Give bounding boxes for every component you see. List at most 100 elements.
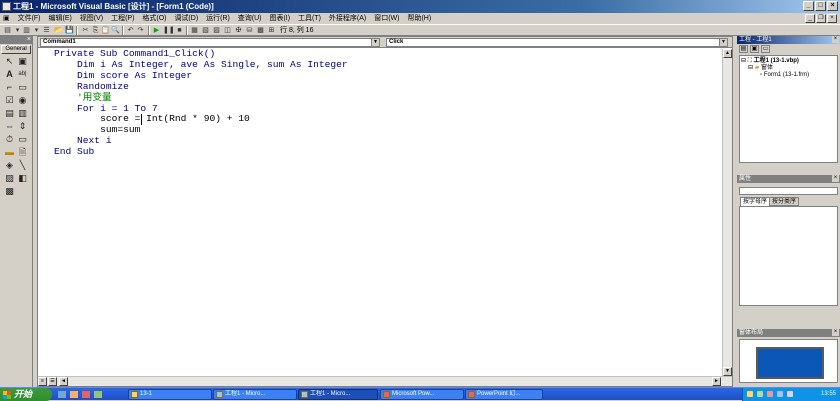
scroll-right-icon[interactable]: ► xyxy=(712,377,721,386)
filelistbox-tool-icon[interactable]: 🗎 xyxy=(17,147,28,158)
volume-icon[interactable] xyxy=(787,391,793,397)
ole-tool-icon[interactable]: ▩ xyxy=(4,186,15,197)
menu-diagram[interactable]: 图表(I) xyxy=(266,13,293,24)
taskbar-item[interactable]: 工程1 - Micro... xyxy=(213,389,297,400)
close-icon[interactable]: × xyxy=(832,36,839,43)
taskbar-item[interactable]: Microsoft Pow... xyxy=(380,389,464,400)
frame-tool-icon[interactable]: ⌐ xyxy=(4,82,15,93)
start-button[interactable]: 开始 xyxy=(0,388,52,401)
menu-editor-icon[interactable]: ☰ xyxy=(42,26,51,35)
menu-edit[interactable]: 编辑(E) xyxy=(45,13,74,24)
object-combo[interactable]: Command1 ▼ xyxy=(40,38,380,47)
code-line[interactable]: Next i xyxy=(54,135,348,147)
dirlistbox-tool-icon[interactable]: ▬ xyxy=(4,147,15,158)
tray-icon[interactable] xyxy=(747,391,753,397)
combobox-tool-icon[interactable]: ▤ xyxy=(4,108,15,119)
data-view-icon[interactable]: ⛁ xyxy=(245,26,254,35)
taskbar-item-active[interactable]: 工程1 - Micro... xyxy=(298,389,378,400)
timer-tool-icon[interactable]: ⏱ xyxy=(4,134,15,145)
menu-run[interactable]: 运行(R) xyxy=(203,13,233,24)
scroll-up-icon[interactable]: ▲ xyxy=(723,49,732,58)
find-icon[interactable]: 🔍 xyxy=(111,26,120,35)
form-layout-canvas[interactable] xyxy=(739,339,838,383)
line-tool-icon[interactable]: ╲ xyxy=(17,160,28,171)
break-icon[interactable]: ❚❚ xyxy=(163,26,175,35)
redo-icon[interactable]: ↷ xyxy=(136,26,145,35)
code-horizontal-scrollbar[interactable]: ≡ ☰ ◄ ► xyxy=(38,376,732,386)
vb-menu-icon[interactable]: ▣ xyxy=(0,13,13,24)
dropdown-arrow-icon[interactable]: ▾ xyxy=(13,26,22,35)
menu-view[interactable]: 视图(V) xyxy=(77,13,106,24)
code-vertical-scrollbar[interactable]: ▲ ▼ xyxy=(722,49,732,376)
toggle-folders-icon[interactable]: ▭ xyxy=(761,45,770,53)
component-manager-icon[interactable]: ▩ xyxy=(256,26,265,35)
properties-window-icon[interactable]: ▧ xyxy=(201,26,210,35)
close-icon[interactable]: × xyxy=(832,329,839,336)
menu-debug[interactable]: 调试(D) xyxy=(171,13,201,24)
object-browser-icon[interactable]: ◫ xyxy=(223,26,232,35)
vscrollbar-tool-icon[interactable]: ⇕ xyxy=(17,121,28,132)
add-form-icon[interactable]: ▥ xyxy=(22,26,31,35)
menu-file[interactable]: 文件(F) xyxy=(15,13,44,24)
tray-icon[interactable] xyxy=(767,391,773,397)
menu-help[interactable]: 帮助(H) xyxy=(404,13,434,24)
menu-format[interactable]: 格式(O) xyxy=(139,13,169,24)
save-project-icon[interactable]: 💾 xyxy=(65,26,74,35)
tray-icon[interactable] xyxy=(777,391,783,397)
pointer-tool-icon[interactable]: ↖ xyxy=(4,56,15,67)
scroll-down-icon[interactable]: ▼ xyxy=(723,367,732,376)
child-restore-button[interactable]: ❐ xyxy=(816,14,826,23)
procedure-view-icon[interactable]: ≡ xyxy=(38,377,47,386)
picturebox-tool-icon[interactable]: ▣ xyxy=(17,56,28,67)
tree-project-root[interactable]: ⊟ ⛶ 工程1 (13-1.vbp) xyxy=(741,58,799,65)
menu-tools[interactable]: 工具(T) xyxy=(295,13,324,24)
tab-categorized[interactable]: 按分类序 xyxy=(769,197,800,206)
tray-icon[interactable] xyxy=(757,391,763,397)
listbox-tool-icon[interactable]: ▥ xyxy=(17,108,28,119)
dropdown-arrow-icon[interactable]: ▾ xyxy=(32,26,41,35)
minimize-button[interactable]: _ xyxy=(803,1,814,11)
toolbox-icon[interactable]: ✠ xyxy=(234,26,243,35)
taskbar-item[interactable]: 13-1 xyxy=(128,389,212,400)
quicklaunch-icon[interactable] xyxy=(58,391,66,398)
copy-icon[interactable]: ⎘ xyxy=(91,26,100,35)
quicklaunch-icon[interactable] xyxy=(82,391,90,398)
image-tool-icon[interactable]: ▨ xyxy=(4,173,15,184)
quicklaunch-icon[interactable] xyxy=(94,391,102,398)
view-code-icon[interactable]: ▤ xyxy=(739,45,748,53)
toolbox-close-icon[interactable]: × xyxy=(27,36,31,44)
shape-tool-icon[interactable]: ◈ xyxy=(4,160,15,171)
cut-icon[interactable]: ✂ xyxy=(81,26,90,35)
code-line[interactable]: End Sub xyxy=(54,146,348,158)
tree-forms-folder[interactable]: ⊟ ▰ 窗体 xyxy=(748,65,773,72)
form-layout-icon[interactable]: ▨ xyxy=(212,26,221,35)
tab-alphabetic[interactable]: 按字母序 xyxy=(740,197,771,206)
code-window[interactable]: Command1 ▼ Click ▼ Private Sub Command1_… xyxy=(37,36,733,387)
menu-project[interactable]: 工程(P) xyxy=(108,13,137,24)
properties-grid[interactable] xyxy=(739,206,838,306)
add-project-icon[interactable]: ▤ xyxy=(3,26,12,35)
view-object-icon[interactable]: ▣ xyxy=(750,45,759,53)
textbox-tool-icon[interactable]: ab| xyxy=(17,69,28,80)
quicklaunch-icon[interactable] xyxy=(70,391,78,398)
tree-form1[interactable]: ▫ Form1 (13-1.frm) xyxy=(760,72,809,79)
chevron-down-icon[interactable]: ▼ xyxy=(719,39,727,46)
code-editor[interactable]: Private Sub Command1_Click() Dim i As In… xyxy=(54,48,348,158)
checkbox-tool-icon[interactable]: ☑ xyxy=(4,95,15,106)
menu-query[interactable]: 查询(U) xyxy=(235,13,265,24)
vb-app-icon[interactable] xyxy=(2,2,11,11)
label-tool-icon[interactable]: A xyxy=(4,69,15,80)
paste-icon[interactable]: 📋 xyxy=(101,26,110,35)
taskbar-item[interactable]: PowerPoint 幻... xyxy=(465,389,543,400)
chevron-down-icon[interactable]: ▼ xyxy=(371,39,379,46)
optionbutton-tool-icon[interactable]: ◉ xyxy=(17,95,28,106)
scroll-left-icon[interactable]: ◄ xyxy=(59,377,68,386)
drivelistbox-tool-icon[interactable]: ▭ xyxy=(17,134,28,145)
toolbox-general-tab[interactable]: General xyxy=(1,45,31,54)
open-project-icon[interactable]: 📂 xyxy=(54,26,63,35)
close-icon[interactable]: × xyxy=(832,175,839,182)
close-button[interactable]: × xyxy=(827,1,838,11)
menu-addins[interactable]: 外接程序(A) xyxy=(326,13,369,24)
menu-window[interactable]: 窗口(W) xyxy=(371,13,402,24)
start-icon[interactable]: ▶ xyxy=(152,26,161,35)
